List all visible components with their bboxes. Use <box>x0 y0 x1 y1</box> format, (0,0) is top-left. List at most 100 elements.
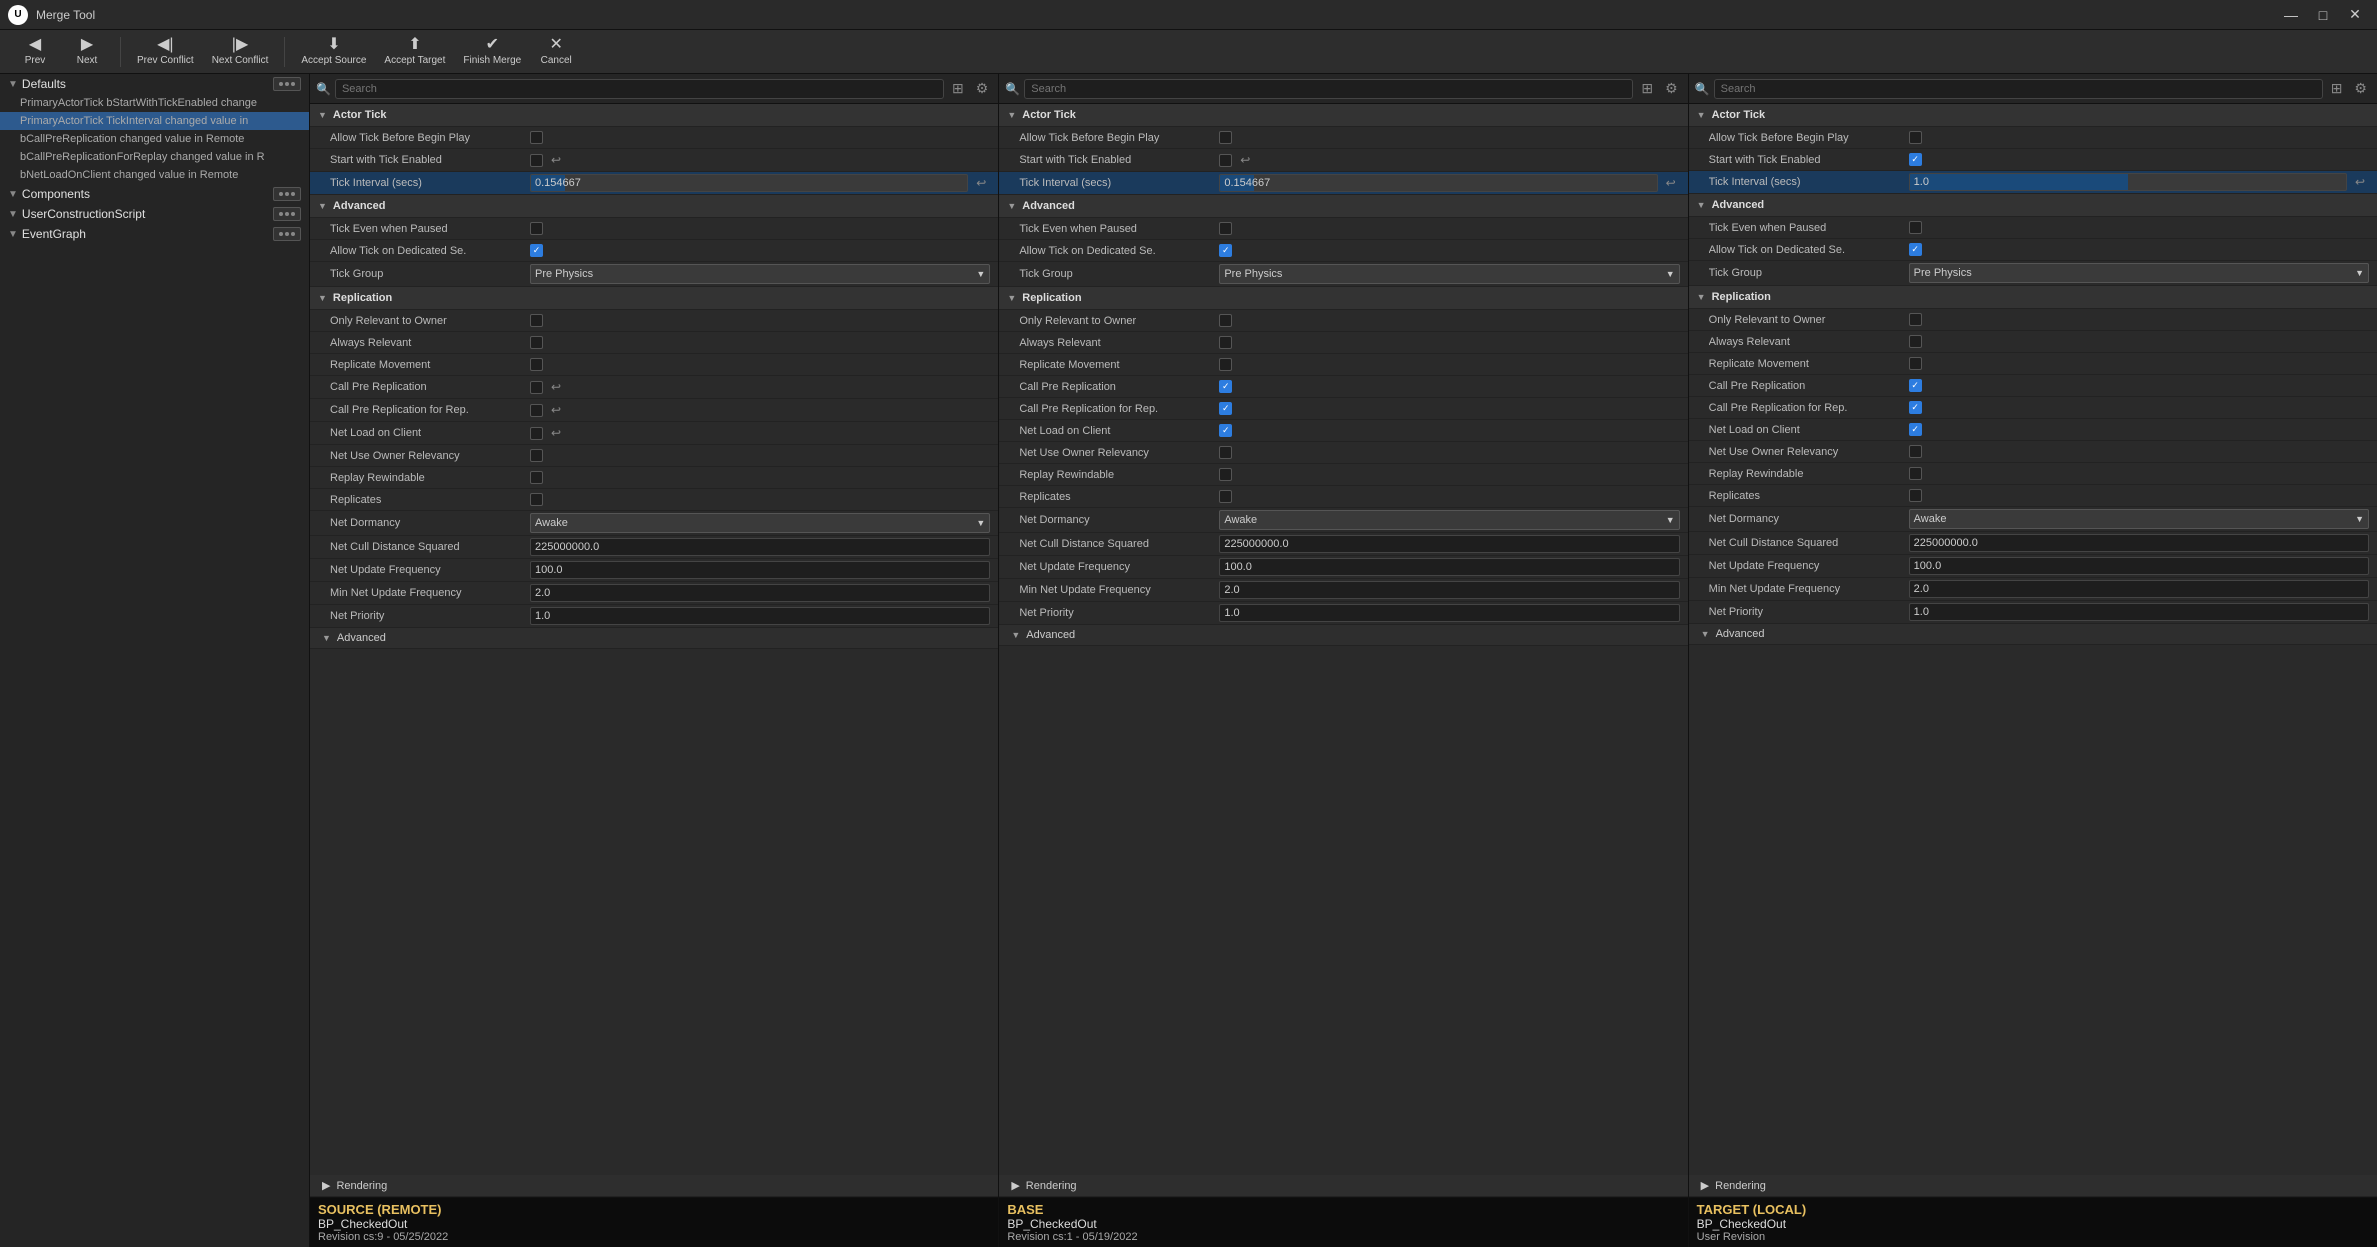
prop-checkbox[interactable] <box>1909 153 1922 166</box>
search-input-base[interactable] <box>1024 79 1633 99</box>
prop-checkbox[interactable] <box>1219 490 1232 503</box>
section-header-1[interactable]: ▼Advanced <box>310 195 998 218</box>
prop-checkbox[interactable] <box>530 404 543 417</box>
prop-dropdown[interactable]: Awake▼ <box>530 513 990 533</box>
prop-checkbox[interactable] <box>530 427 543 440</box>
section-header-2[interactable]: ▼Replication <box>999 287 1687 310</box>
prop-input[interactable] <box>530 561 990 579</box>
tree-item-6[interactable]: ▼Components <box>0 184 309 204</box>
cancel-button[interactable]: ✕ Cancel <box>531 33 581 71</box>
prop-checkbox[interactable] <box>1909 401 1922 414</box>
prop-checkbox[interactable] <box>1219 222 1232 235</box>
search-input-target[interactable] <box>1714 79 2323 99</box>
section-header-0[interactable]: ▼Actor Tick <box>999 104 1687 127</box>
accept-target-button[interactable]: ⬆ Accept Target <box>376 33 453 71</box>
prop-checkbox[interactable] <box>1219 358 1232 371</box>
tree-item-4[interactable]: bCallPreReplicationForReplay changed val… <box>0 148 309 166</box>
section-header-1[interactable]: ▼Advanced <box>999 195 1687 218</box>
prop-checkbox[interactable] <box>530 336 543 349</box>
prop-dropdown[interactable]: Pre Physics▼ <box>1909 263 2369 283</box>
prop-checkbox[interactable] <box>1909 357 1922 370</box>
prop-revert-button[interactable]: ↩ <box>547 378 565 396</box>
prop-checkbox[interactable] <box>1219 244 1232 257</box>
prop-revert-button[interactable]: ↩ <box>972 174 990 192</box>
prop-dropdown[interactable]: Awake▼ <box>1909 509 2369 529</box>
search-input-source[interactable] <box>335 79 944 99</box>
prop-dropdown[interactable]: Awake▼ <box>1219 510 1679 530</box>
accept-source-button[interactable]: ⬇ Accept Source <box>293 33 374 71</box>
prop-checkbox[interactable] <box>1219 154 1232 167</box>
prop-input[interactable] <box>1219 604 1679 622</box>
prop-revert-button[interactable]: ↩ <box>1236 151 1254 169</box>
section-header-3[interactable]: ▼Advanced <box>310 628 998 649</box>
prop-checkbox[interactable] <box>1909 335 1922 348</box>
prop-checkbox[interactable] <box>530 381 543 394</box>
prop-checkbox[interactable] <box>530 449 543 462</box>
section-header-1[interactable]: ▼Advanced <box>1689 194 2377 217</box>
next-conflict-button[interactable]: |▶ Next Conflict <box>204 33 277 71</box>
prop-input[interactable] <box>1219 558 1679 576</box>
finish-merge-button[interactable]: ✔ Finish Merge <box>455 33 529 71</box>
prev-button[interactable]: ◀ Prev <box>10 33 60 71</box>
tree-item-7[interactable]: ▼UserConstructionScript <box>0 204 309 224</box>
sub-section-rendering[interactable]: ▶Rendering <box>1689 1175 2377 1197</box>
grid-view-button-base[interactable]: ⊞ <box>1637 78 1657 99</box>
close-button[interactable]: ✕ <box>2341 5 2369 25</box>
prop-input[interactable] <box>530 584 990 602</box>
prop-checkbox[interactable] <box>530 471 543 484</box>
tree-item-8[interactable]: ▼EventGraph <box>0 224 309 244</box>
prop-checkbox[interactable] <box>1909 423 1922 436</box>
prop-revert-button[interactable]: ↩ <box>547 151 565 169</box>
prop-checkbox[interactable] <box>1909 243 1922 256</box>
prop-checkbox[interactable] <box>1909 131 1922 144</box>
prop-input[interactable] <box>1909 603 2369 621</box>
prop-checkbox[interactable] <box>1909 467 1922 480</box>
minimize-button[interactable]: — <box>2277 5 2305 25</box>
section-header-3[interactable]: ▼Advanced <box>1689 624 2377 645</box>
prop-slider[interactable]: 0.154667 <box>530 174 968 192</box>
prop-checkbox[interactable] <box>530 493 543 506</box>
prop-checkbox[interactable] <box>1909 379 1922 392</box>
grid-view-button-source[interactable]: ⊞ <box>948 78 968 99</box>
section-header-3[interactable]: ▼Advanced <box>999 625 1687 646</box>
prop-revert-button[interactable]: ↩ <box>1662 174 1680 192</box>
prop-checkbox[interactable] <box>1909 313 1922 326</box>
tree-item-1[interactable]: PrimaryActorTick bStartWithTickEnabled c… <box>0 94 309 112</box>
prop-checkbox[interactable] <box>1219 424 1232 437</box>
prop-checkbox[interactable] <box>1219 314 1232 327</box>
sub-section-rendering[interactable]: ▶Rendering <box>310 1175 998 1197</box>
prop-checkbox[interactable] <box>530 154 543 167</box>
prop-input[interactable] <box>1219 535 1679 553</box>
next-button[interactable]: ▶ Next <box>62 33 112 71</box>
grid-view-button-target[interactable]: ⊞ <box>2327 78 2347 99</box>
prop-slider[interactable]: 0.154667 <box>1219 174 1657 192</box>
section-header-0[interactable]: ▼Actor Tick <box>310 104 998 127</box>
tree-item-3[interactable]: bCallPreReplication changed value in Rem… <box>0 130 309 148</box>
settings-button-target[interactable]: ⚙ <box>2350 78 2371 99</box>
prop-checkbox[interactable] <box>1219 336 1232 349</box>
prop-input[interactable] <box>530 538 990 556</box>
prop-revert-button[interactable]: ↩ <box>547 424 565 442</box>
prop-input[interactable] <box>1909 557 2369 575</box>
prop-slider[interactable]: 1.0 <box>1909 173 2347 191</box>
prop-checkbox[interactable] <box>1909 489 1922 502</box>
tree-item-0[interactable]: ▼Defaults <box>0 74 309 94</box>
prop-checkbox[interactable] <box>1219 446 1232 459</box>
prop-checkbox[interactable] <box>530 314 543 327</box>
section-header-2[interactable]: ▼Replication <box>310 287 998 310</box>
section-header-2[interactable]: ▼Replication <box>1689 286 2377 309</box>
prop-checkbox[interactable] <box>530 131 543 144</box>
prop-checkbox[interactable] <box>1219 402 1232 415</box>
prop-checkbox[interactable] <box>1219 131 1232 144</box>
prop-input[interactable] <box>530 607 990 625</box>
section-header-0[interactable]: ▼Actor Tick <box>1689 104 2377 127</box>
tree-item-2[interactable]: PrimaryActorTick TickInterval changed va… <box>0 112 309 130</box>
prop-checkbox[interactable] <box>1219 380 1232 393</box>
prop-checkbox[interactable] <box>1909 445 1922 458</box>
prop-checkbox[interactable] <box>530 358 543 371</box>
prop-input[interactable] <box>1219 581 1679 599</box>
prop-input[interactable] <box>1909 580 2369 598</box>
settings-button-base[interactable]: ⚙ <box>1661 78 1682 99</box>
settings-button-source[interactable]: ⚙ <box>972 78 993 99</box>
maximize-button[interactable]: □ <box>2309 5 2337 25</box>
